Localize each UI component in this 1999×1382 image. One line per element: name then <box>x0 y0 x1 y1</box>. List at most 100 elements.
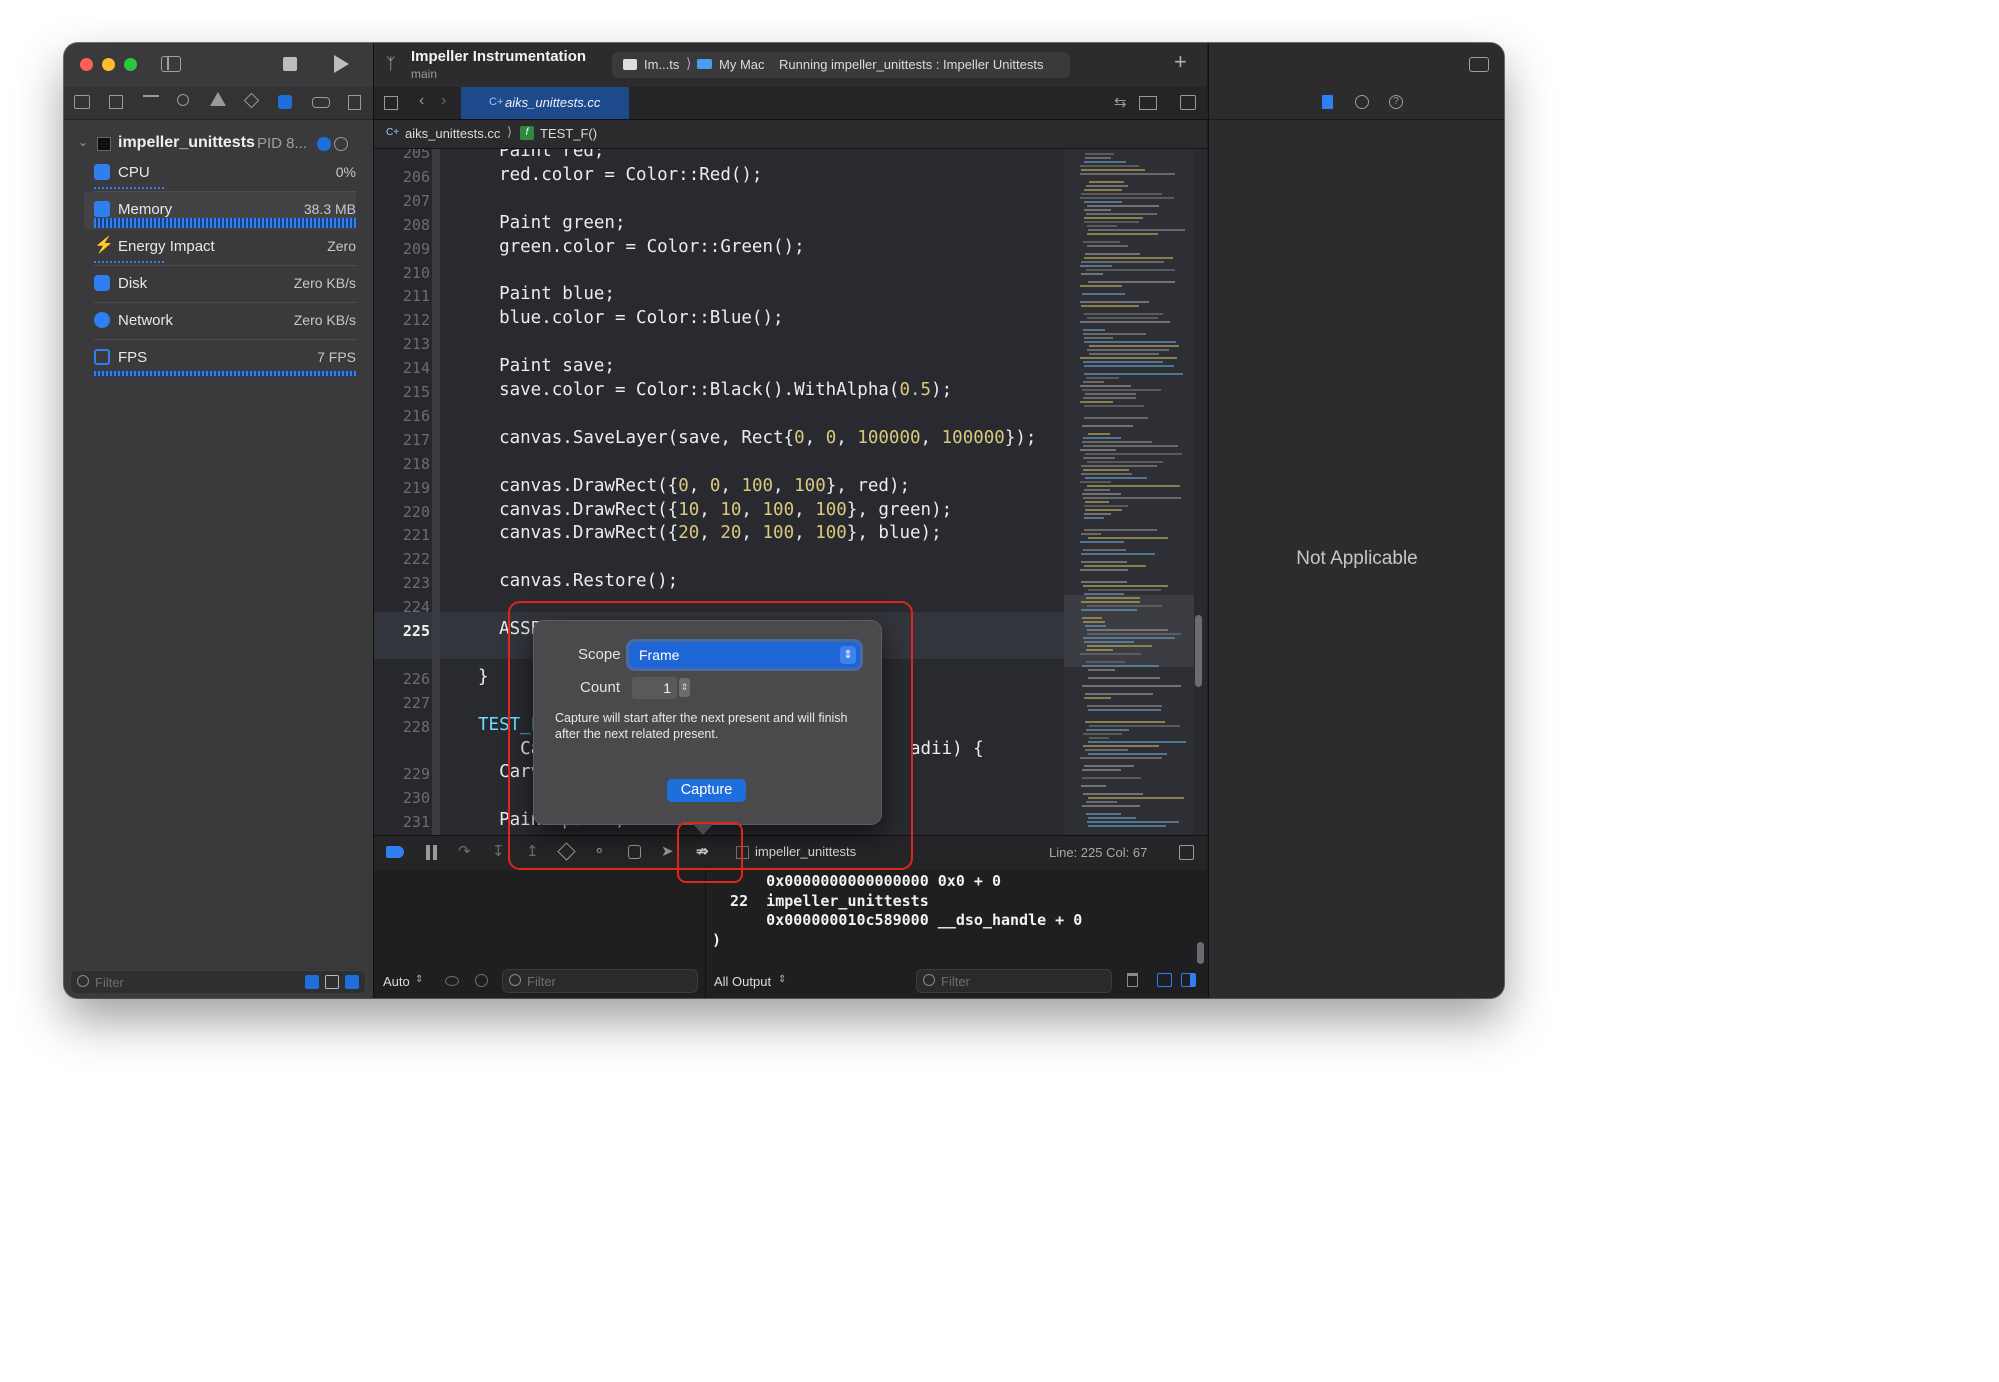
line-number: 220 <box>402 502 430 521</box>
step-over-icon[interactable]: ↷ <box>458 842 471 860</box>
filter-option-icon[interactable] <box>345 975 359 989</box>
gauge-network[interactable]: Network Zero KB/s <box>84 303 356 340</box>
toggle-debug-area-icon[interactable] <box>1179 845 1194 860</box>
minimap-line <box>1080 321 1170 323</box>
related-items-icon[interactable]: ⇆ <box>1114 93 1127 111</box>
scheme-title[interactable]: Impeller Instrumentation <box>411 48 586 65</box>
minimap-line <box>1086 185 1128 187</box>
minimap-line <box>1082 389 1161 391</box>
minimap-line <box>1087 349 1169 351</box>
show-console-icon[interactable] <box>1181 973 1196 987</box>
minimap-line <box>1087 645 1152 647</box>
history-inspector-icon[interactable] <box>1355 95 1369 109</box>
console-view[interactable]: 0x0000000000000000 0x0 + 0 22 impeller_u… <box>706 870 1207 998</box>
disclosure-chevron-icon[interactable]: ⌄ <box>78 135 88 149</box>
jump-symbol[interactable]: TEST_F() <box>540 126 597 141</box>
filter-option-icon[interactable] <box>325 975 339 989</box>
breakpoints-toggle-icon[interactable] <box>386 846 404 858</box>
folder-icon[interactable] <box>74 95 90 109</box>
minimap-line <box>1084 765 1134 767</box>
info-badge-icon[interactable] <box>317 137 331 151</box>
symbol-navigator-icon[interactable] <box>143 95 159 109</box>
minimap-line <box>1087 705 1162 707</box>
minimap-line <box>1081 609 1137 611</box>
console-filter-field[interactable]: Filter <box>916 969 1112 993</box>
show-variables-icon[interactable] <box>1157 973 1172 987</box>
destination-selector[interactable]: My Mac <box>719 57 765 72</box>
console-scrollbar[interactable] <box>1197 942 1204 964</box>
file-inspector-icon[interactable] <box>1322 95 1333 109</box>
trash-icon[interactable] <box>1127 973 1138 987</box>
zoom-window-button[interactable] <box>124 58 137 71</box>
gauge-cpu[interactable]: CPU 0% <box>84 155 356 192</box>
report-navigator-icon[interactable] <box>348 95 361 110</box>
add-icon[interactable]: + <box>1174 49 1187 75</box>
filter-option-icon[interactable] <box>305 975 319 989</box>
back-icon[interactable]: ‹ <box>419 92 424 110</box>
pause-icon[interactable] <box>426 845 430 860</box>
memory-icon <box>94 201 110 217</box>
variables-filter-field[interactable]: Filter <box>502 969 698 993</box>
source-control-icon[interactable] <box>109 95 123 109</box>
minimap-line <box>1084 697 1111 699</box>
window-toolbar: ᛉ Impeller Instrumentation main Im...ts … <box>374 43 1207 87</box>
cursor-position: Line: 225 Col: 67 <box>1049 845 1148 860</box>
gauge-energy[interactable]: ⚡ Energy Impact Zero <box>84 229 356 266</box>
step-into-icon[interactable]: ↧ <box>492 842 505 860</box>
debug-navigator-icon[interactable] <box>278 95 292 109</box>
gauge-disk[interactable]: Disk Zero KB/s <box>84 266 356 303</box>
breakpoint-navigator-icon[interactable] <box>312 97 330 108</box>
minimap-line <box>1088 669 1115 671</box>
test-navigator-icon[interactable] <box>243 92 260 109</box>
editor-options-icon[interactable] <box>1139 96 1157 110</box>
tab-aiks-unittests[interactable]: C+ aiks_unittests.cc <box>461 87 629 119</box>
line-number: 223 <box>402 574 430 593</box>
console-output-mode-selector[interactable]: All Output <box>714 974 771 989</box>
gauge-fps[interactable]: FPS 7 FPS <box>84 340 356 377</box>
minimap-line <box>1087 205 1159 207</box>
grid-icon[interactable] <box>384 96 398 110</box>
inspector-toggle-icon[interactable] <box>1469 57 1489 72</box>
run-button[interactable] <box>334 55 349 73</box>
minimize-window-button[interactable] <box>102 58 115 71</box>
line-number: 218 <box>402 454 430 473</box>
sidebar-toggle-icon[interactable] <box>161 56 181 72</box>
pause-process-icon[interactable] <box>334 137 348 151</box>
search-icon[interactable] <box>177 94 189 106</box>
minimap-line <box>1082 769 1121 771</box>
close-window-button[interactable] <box>80 58 93 71</box>
minimap-line <box>1085 693 1153 695</box>
filter-placeholder: Filter <box>95 974 124 990</box>
gauge-memory[interactable]: Memory 38.3 MB <box>84 192 356 229</box>
eye-icon[interactable] <box>445 976 459 986</box>
forward-icon[interactable]: › <box>441 92 446 110</box>
stop-button[interactable] <box>283 57 297 71</box>
minimap-line <box>1087 633 1181 635</box>
line-number: 205 <box>402 149 430 162</box>
help-inspector-icon[interactable]: ? <box>1389 95 1403 109</box>
info-icon[interactable] <box>475 974 488 987</box>
process-name[interactable]: impeller_unittests <box>118 134 255 152</box>
minimap-line <box>1081 561 1127 563</box>
minimap-line <box>1084 189 1122 191</box>
editor-scrollbar[interactable] <box>1195 615 1202 687</box>
navigator-filter-field[interactable]: Filter <box>70 970 366 994</box>
fold-ribbon <box>432 149 440 835</box>
minimap-line <box>1082 617 1102 619</box>
minimap-line <box>1082 777 1141 779</box>
minimap-line <box>1088 817 1136 819</box>
variables-mode-selector[interactable]: Auto <box>383 974 410 989</box>
minimap-line <box>1083 361 1163 363</box>
scheme-selector[interactable]: Im...ts <box>644 57 679 72</box>
minimap[interactable] <box>1064 149 1194 835</box>
minimap-line <box>1085 253 1140 255</box>
minimap-line <box>1080 165 1139 167</box>
warning-icon[interactable] <box>210 92 226 106</box>
jump-file[interactable]: aiks_unittests.cc <box>405 126 500 141</box>
split-editor-icon[interactable] <box>1180 95 1196 110</box>
code-line: Paint save; <box>478 356 615 377</box>
minimap-line <box>1086 661 1125 663</box>
activity-viewer[interactable]: Im...ts ⟩ My Mac Running impeller_unitte… <box>612 52 1070 78</box>
line-number: 215 <box>402 383 430 401</box>
minimap-line <box>1088 677 1160 679</box>
